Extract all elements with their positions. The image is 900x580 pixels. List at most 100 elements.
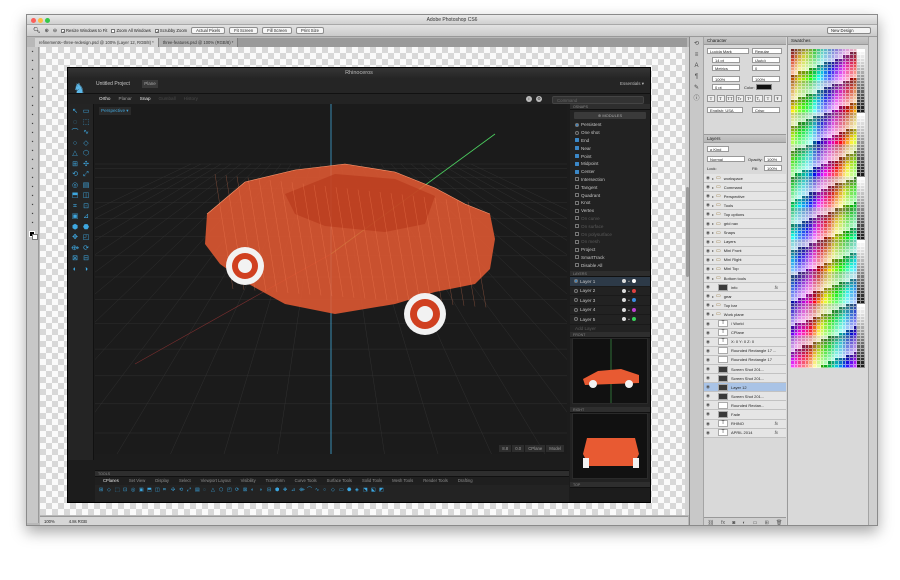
command-icon[interactable]: ◌ bbox=[203, 488, 208, 493]
command-icon[interactable]: ◐ bbox=[251, 488, 256, 493]
osnap-end[interactable]: End bbox=[570, 137, 650, 145]
layer-row[interactable]: ◉ Rounded Rectangle 17 ... bbox=[704, 346, 786, 356]
doc-tab[interactable]: three-features.psd @ 100% (RGB/8) * bbox=[158, 38, 239, 47]
disclosure-icon[interactable]: ▸ bbox=[712, 194, 714, 199]
rhino-layer-row[interactable]: Layer 2 🔒︎ bbox=[570, 287, 650, 297]
command-icon[interactable]: ⊟ bbox=[267, 488, 272, 493]
disclosure-icon[interactable]: ▸ bbox=[712, 221, 714, 226]
layer-color-dot[interactable] bbox=[631, 288, 636, 293]
command-icon[interactable]: ⟴ bbox=[299, 488, 305, 493]
fill-field[interactable]: 100% bbox=[764, 165, 782, 171]
layer-row[interactable]: ◉ Layer 12 bbox=[704, 383, 786, 393]
fit-screen-button[interactable]: Fit Screen bbox=[229, 27, 259, 34]
current-layer-radio[interactable] bbox=[574, 288, 578, 293]
command-icon[interactable]: ⊞ bbox=[99, 488, 104, 493]
command-icon[interactable]: △ bbox=[211, 488, 216, 493]
command-icon[interactable]: ◫ bbox=[155, 488, 160, 493]
type-style-button[interactable]: TT bbox=[726, 95, 734, 102]
osnap-intersection[interactable]: Intersection bbox=[570, 176, 650, 184]
layer-row[interactable]: ◉ Screen Shot 201... bbox=[704, 374, 786, 384]
current-layer-radio[interactable] bbox=[574, 298, 578, 303]
zoom-all-checkbox[interactable]: Zoom All Windows bbox=[111, 28, 151, 33]
command-icon[interactable]: ○ bbox=[323, 488, 328, 493]
adjustment-icon[interactable]: ◐ bbox=[742, 520, 745, 526]
marquee-tool-icon[interactable]: ▪ bbox=[29, 58, 37, 65]
layer-row[interactable]: ◉ ▸ ▭ Perspective bbox=[704, 192, 786, 202]
type-style-button[interactable]: T bbox=[764, 95, 772, 102]
rhino-tool-icon[interactable]: ⊿ bbox=[82, 213, 90, 221]
command-tab[interactable]: Visibility bbox=[237, 477, 260, 485]
type-style-button[interactable]: Tr bbox=[735, 95, 744, 102]
command-icon[interactable]: ⬢ bbox=[275, 488, 280, 493]
front-preview[interactable] bbox=[572, 338, 648, 405]
layer-row[interactable]: ◉ Screen Shot 201... bbox=[704, 364, 786, 375]
layer-row[interactable]: ◉ ▸ ▭ Mini Right bbox=[704, 255, 786, 265]
layer-row[interactable]: ◉ ▸ ▭ Snaps bbox=[704, 228, 786, 238]
checkbox[interactable] bbox=[575, 177, 579, 182]
lock-icon[interactable]: 🔒︎ bbox=[628, 279, 630, 283]
checkbox[interactable] bbox=[575, 200, 579, 205]
disclosure-icon[interactable]: ▸ bbox=[712, 185, 714, 190]
command-icon[interactable]: ⬣ bbox=[347, 488, 352, 493]
checkbox[interactable] bbox=[575, 239, 579, 244]
layer-row[interactable]: ◉ info fx bbox=[704, 283, 786, 293]
eye-icon[interactable]: ◉ bbox=[704, 330, 712, 336]
rhino-tool-icon[interactable]: ⬚ bbox=[82, 119, 90, 127]
command-search[interactable]: Command bbox=[552, 96, 644, 104]
language-select[interactable]: English: USA bbox=[707, 107, 743, 113]
folder-icon[interactable]: ▭ bbox=[753, 520, 758, 526]
radio-button[interactable] bbox=[575, 130, 579, 135]
background-color-swatch[interactable] bbox=[32, 234, 38, 240]
layer-row[interactable]: ◉ T APRIL 2014 fx bbox=[704, 428, 786, 438]
fx-icon[interactable]: fx bbox=[775, 285, 778, 290]
checkbox[interactable] bbox=[575, 232, 579, 237]
layer-color-dot[interactable] bbox=[631, 307, 636, 312]
info-icon[interactable]: i bbox=[526, 96, 532, 102]
command-icon[interactable]: ⟲ bbox=[179, 488, 184, 493]
layer-row[interactable]: ◉ ▸ ▭ Bottom tools bbox=[704, 274, 786, 284]
command-icon[interactable]: ⌒ bbox=[307, 488, 312, 493]
workspace-dropdown[interactable]: New Design bbox=[827, 27, 871, 34]
rhino-tool-icon[interactable]: ◑ bbox=[82, 266, 90, 274]
type-tool-icon[interactable]: ▪ bbox=[29, 184, 37, 191]
panel-scrollbar[interactable] bbox=[868, 37, 877, 525]
checkbox[interactable] bbox=[575, 154, 579, 159]
command-icon[interactable]: ⬡ bbox=[219, 488, 224, 493]
visibility-icon[interactable] bbox=[622, 288, 626, 293]
disclosure-icon[interactable]: ▸ bbox=[712, 248, 714, 253]
command-icon[interactable]: ⤢ bbox=[187, 488, 192, 493]
brush-tool-icon[interactable]: ▪ bbox=[29, 112, 37, 119]
history-icon[interactable]: ⟲ bbox=[693, 41, 701, 48]
command-icon[interactable]: ⟳ bbox=[235, 488, 240, 493]
rhino-tool-icon[interactable]: ◐ bbox=[71, 266, 79, 274]
layer-row[interactable]: ◉ ▸ ▭ Layers bbox=[704, 237, 786, 247]
command-icon[interactable]: ∿ bbox=[315, 488, 320, 493]
lock-icon[interactable]: 🔒︎ bbox=[628, 289, 630, 293]
command-icon[interactable]: ◰ bbox=[227, 488, 232, 493]
rhino-tool-icon[interactable]: ∿ bbox=[82, 129, 90, 137]
gear-icon[interactable]: ⚙ bbox=[536, 96, 542, 102]
layer-row[interactable]: ◉ Rounded Rectan... bbox=[704, 401, 786, 411]
rhino-layer-row[interactable]: Layer 1 🔒︎ bbox=[570, 277, 650, 287]
rhino-tool-icon[interactable]: ⊟ bbox=[82, 255, 90, 263]
disclosure-icon[interactable]: ▸ bbox=[712, 230, 714, 235]
command-tab[interactable]: Transform bbox=[262, 477, 289, 485]
resize-windows-checkbox[interactable]: ✓ Resize Windows to Fit bbox=[61, 28, 107, 33]
lock-icon[interactable]: 🔒︎ bbox=[628, 317, 630, 321]
layer-color-dot[interactable] bbox=[631, 298, 636, 303]
viewport-label[interactable]: Perspective ▾ bbox=[99, 107, 131, 115]
type-style-button[interactable]: T₁ bbox=[754, 95, 763, 102]
checkbox[interactable] bbox=[575, 216, 579, 221]
move-tool-icon[interactable]: ▪ bbox=[29, 49, 37, 56]
rhino-tool-icon[interactable]: ⤢ bbox=[82, 171, 90, 179]
disclosure-icon[interactable]: ▸ bbox=[712, 312, 714, 317]
osnap-point[interactable]: Point bbox=[570, 152, 650, 160]
checkbox[interactable] bbox=[575, 169, 579, 174]
crop-tool-icon[interactable]: ▪ bbox=[29, 85, 37, 92]
command-icon[interactable]: ✥ bbox=[283, 488, 288, 493]
checkbox[interactable] bbox=[575, 185, 579, 190]
swatch[interactable] bbox=[861, 364, 865, 368]
command-icon[interactable]: ⊠ bbox=[243, 488, 248, 493]
radio-button[interactable] bbox=[575, 122, 579, 127]
healing-tool-icon[interactable]: ▪ bbox=[29, 103, 37, 110]
